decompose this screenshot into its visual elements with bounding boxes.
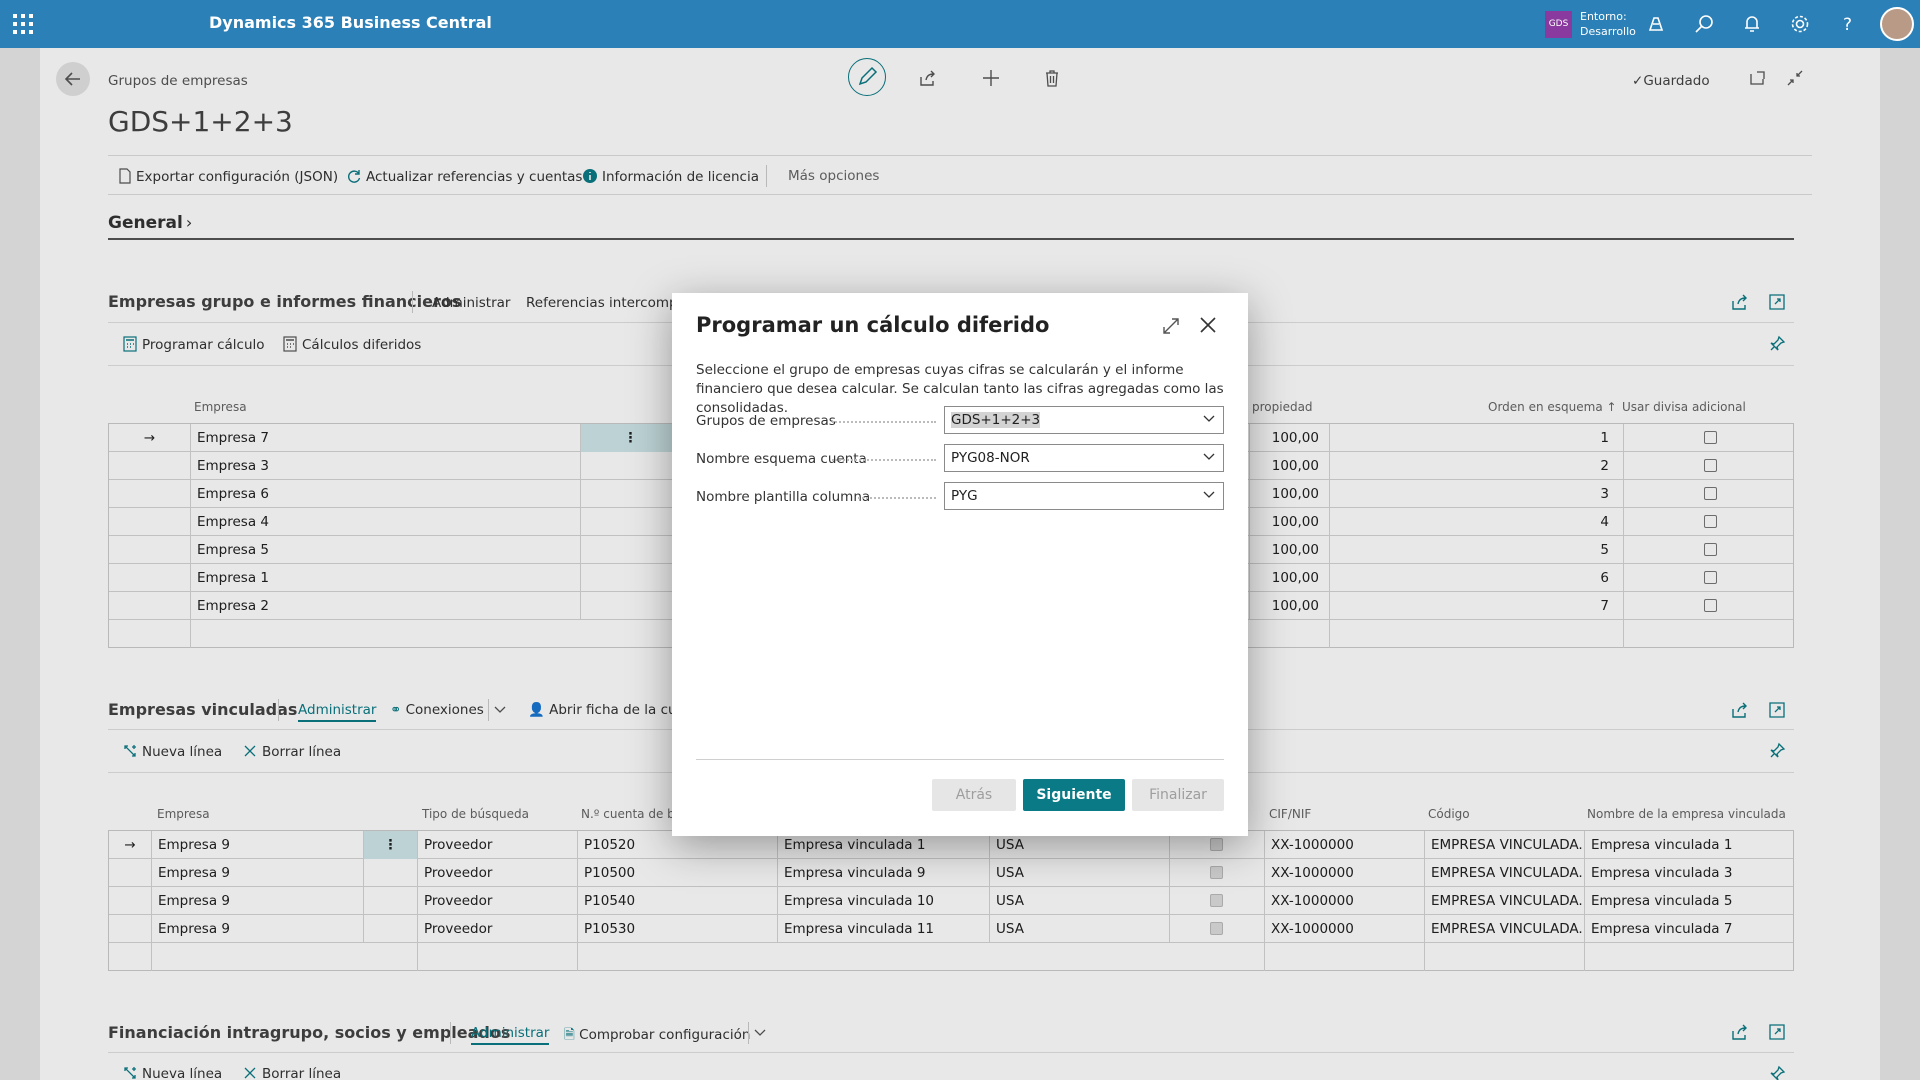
back-button[interactable]: Atrás bbox=[932, 779, 1016, 811]
field-leader-dots bbox=[832, 459, 936, 461]
next-button[interactable]: Siguiente bbox=[1023, 779, 1125, 811]
finish-button[interactable]: Finalizar bbox=[1132, 779, 1224, 811]
copilot-icon[interactable] bbox=[1644, 12, 1668, 36]
field-label-column-template: Nombre plantilla columna bbox=[696, 489, 871, 505]
schedule-deferred-calculation-dialog: Programar un cálculo diferido Seleccione… bbox=[672, 293, 1248, 836]
top-bar: Dynamics 365 Business Central GDS Entorn… bbox=[0, 0, 1920, 48]
environment-label: Entorno: bbox=[1580, 10, 1627, 23]
column-template-value: PYG bbox=[951, 488, 978, 504]
search-icon[interactable] bbox=[1692, 12, 1716, 36]
company-groups-select[interactable]: GDS+1+2+3 bbox=[944, 406, 1224, 434]
user-avatar[interactable] bbox=[1880, 7, 1914, 41]
app-launcher-icon[interactable] bbox=[12, 13, 34, 35]
company-groups-value: GDS+1+2+3 bbox=[951, 412, 1041, 428]
chevron-down-icon bbox=[1203, 453, 1215, 460]
expand-dialog-icon[interactable] bbox=[1160, 315, 1182, 337]
environment-info[interactable]: Entorno: Desarrollo bbox=[1580, 9, 1636, 39]
chevron-down-icon bbox=[1203, 491, 1215, 498]
company-badge[interactable]: GDS bbox=[1545, 11, 1572, 38]
help-icon[interactable]: ? bbox=[1836, 12, 1860, 36]
field-leader-dots bbox=[858, 497, 936, 499]
account-schedule-select[interactable]: PYG08-NOR bbox=[944, 444, 1224, 472]
column-template-select[interactable]: PYG bbox=[944, 482, 1224, 510]
environment-value: Desarrollo bbox=[1580, 25, 1636, 38]
settings-gear-icon[interactable] bbox=[1788, 12, 1812, 36]
field-label-company-groups: Grupos de empresas bbox=[696, 413, 836, 429]
svg-text:?: ? bbox=[1843, 15, 1852, 35]
account-schedule-value: PYG08-NOR bbox=[951, 450, 1030, 466]
chevron-down-icon bbox=[1203, 415, 1215, 422]
notifications-bell-icon[interactable] bbox=[1740, 12, 1764, 36]
app-brand: Dynamics 365 Business Central bbox=[209, 13, 492, 32]
dialog-divider bbox=[696, 759, 1224, 760]
close-icon[interactable] bbox=[1196, 313, 1220, 337]
field-leader-dots bbox=[832, 421, 936, 423]
dialog-title: Programar un cálculo diferido bbox=[696, 313, 1050, 337]
